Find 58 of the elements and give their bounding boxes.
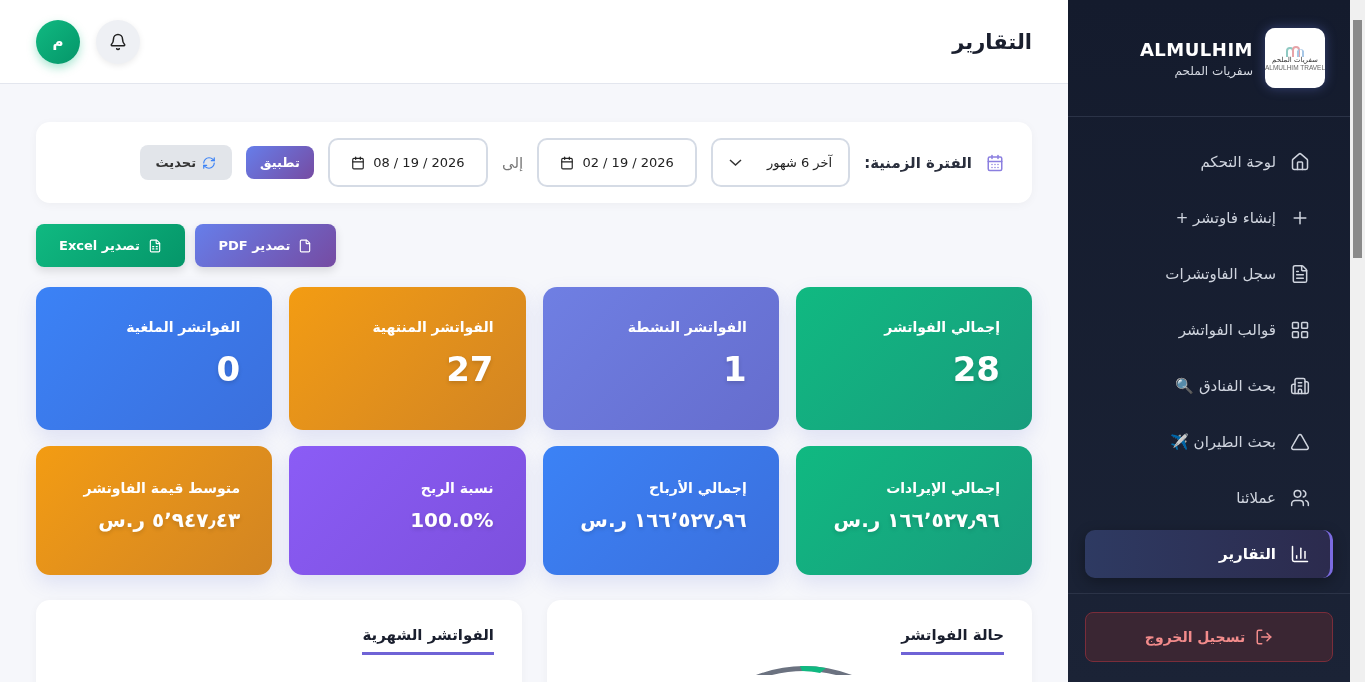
spreadsheet-icon — [148, 238, 162, 253]
filter-label: الفترة الزمنية: — [864, 153, 972, 172]
arch-logo-icon — [1285, 44, 1305, 57]
date-field[interactable]: 02 / 19 / 2026 — [537, 138, 698, 187]
nav-item[interactable]: بحث الفنادق 🔍 — [1085, 362, 1333, 410]
stat-label: إجمالي الفواتشر — [882, 319, 1000, 335]
document-icon — [298, 238, 313, 253]
stat-value: 27 — [445, 349, 494, 389]
nav-item[interactable]: إنشاء فاوتشر + — [1085, 194, 1333, 242]
stat-label: إجمالي الأرباح — [648, 480, 747, 496]
period-select[interactable]: آخر 6 شهور — [711, 138, 851, 187]
nav-item[interactable]: بحث الطيران ✈ — [1085, 418, 1333, 466]
brand-subtitle: سفريات الملحم — [1173, 63, 1253, 78]
nav-item[interactable]: قوالب الفواتشر — [1085, 306, 1333, 354]
refresh-button[interactable]: تحديث — [139, 145, 232, 180]
stat-label: الفواتشر المنتهية — [371, 319, 494, 335]
nav-item[interactable]: لوحة التحكم — [1085, 138, 1333, 186]
stat-label: الفواتشر الملغية — [125, 319, 241, 335]
bell-icon — [109, 32, 127, 51]
logout-icon — [1255, 628, 1274, 646]
nav-icon — [1290, 432, 1310, 452]
nav-item[interactable]: سجل الفاوتشرات — [1085, 250, 1333, 298]
stat-value: ٥٬٩٤٧٫٤٣ ر.س — [97, 508, 241, 532]
stat-label: الفواتشر النشطة — [626, 319, 747, 335]
stat-value: 1 — [722, 349, 747, 389]
notifications-button[interactable] — [96, 19, 140, 64]
export-button[interactable]: تصدير PDF — [195, 224, 336, 267]
calendar-icon — [986, 153, 1004, 172]
nav-icon — [1290, 488, 1310, 508]
scrollbar[interactable] — [1350, 0, 1365, 682]
nav-icon — [1290, 544, 1310, 564]
nav-icon — [1290, 152, 1310, 172]
nav-item[interactable]: التقارير — [1085, 530, 1333, 578]
stat-value: 28 — [951, 349, 1000, 389]
calendar-icon — [560, 155, 575, 170]
chevron-down-icon — [729, 159, 743, 166]
stat-value: ١٦٦٬٥٢٧٫٩٦ ر.س — [832, 508, 1000, 532]
chart-title: حالة الفواتشر — [901, 626, 1004, 655]
stat-label: متوسط قيمة الفاوتشر — [82, 480, 241, 496]
nav-icon — [1290, 376, 1310, 396]
chart-title: الفواتشر الشهرية — [362, 626, 494, 655]
stat-label: إجمالي الإيرادات — [885, 480, 1000, 496]
brand-name: ALMULHIM — [1139, 38, 1253, 60]
apply-button[interactable]: تطبيق — [246, 146, 314, 179]
stat-label: نسبة الربح — [419, 480, 494, 496]
calendar-icon — [351, 155, 366, 170]
stat-value: ١٦٦٬٥٢٧٫٩٦ ر.س — [579, 508, 747, 532]
to-label: إلى — [501, 153, 524, 172]
refresh-icon — [202, 155, 216, 170]
nav-item[interactable]: عملائنا — [1085, 474, 1333, 522]
scrollbar-thumb[interactable] — [1353, 20, 1362, 258]
logout-button[interactable]: تسجيل الخروج — [1085, 612, 1333, 662]
stat-value: 0 — [215, 349, 241, 389]
nav-icon — [1290, 264, 1310, 284]
date-field[interactable]: 08 / 19 / 2026 — [327, 138, 488, 187]
nav-icon — [1290, 320, 1310, 340]
stat-value: 100.0% — [409, 508, 494, 532]
page-title: التقارير — [952, 29, 1032, 54]
